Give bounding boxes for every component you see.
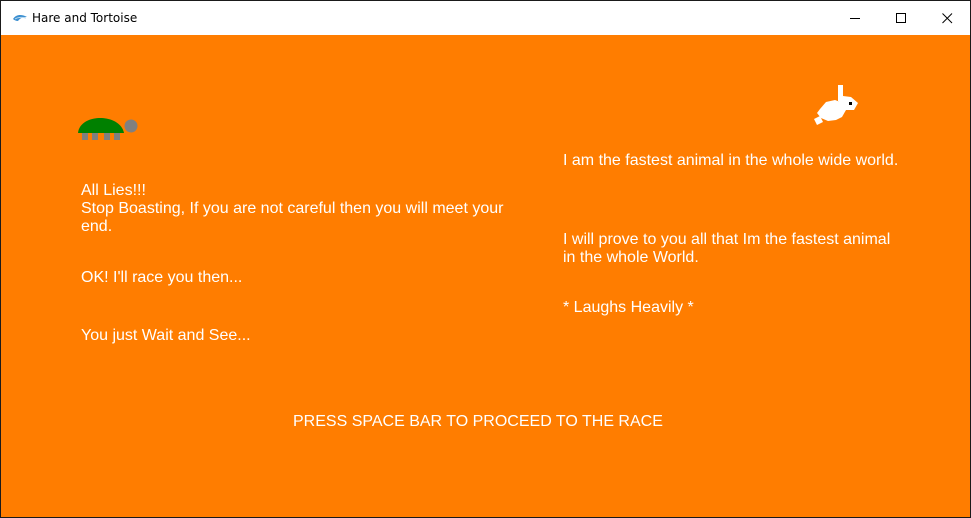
tortoise-line-5: You just Wait and See... — [81, 327, 251, 344]
maximize-button[interactable] — [878, 1, 924, 35]
game-canvas[interactable]: All Lies!!! Stop Boasting, If you are no… — [1, 35, 970, 517]
hare-line-4: * Laughs Heavily * — [563, 299, 694, 316]
tortoise-line-1: All Lies!!! — [81, 182, 146, 199]
hare-line-1: I am the fastest animal in the whole wid… — [563, 152, 899, 169]
title-bar[interactable]: Hare and Tortoise — [1, 1, 970, 35]
tortoise-sprite — [78, 118, 138, 140]
minimize-button[interactable] — [832, 1, 878, 35]
hare-line-2: I will prove to you all that Im the fast… — [563, 231, 891, 248]
tortoise-line-2: Stop Boasting, If you are not careful th… — [81, 200, 504, 217]
tortoise-line-3: end. — [81, 218, 113, 235]
proceed-prompt: PRESS SPACE BAR TO PROCEED TO THE RACE — [293, 413, 663, 430]
hare-sprite — [814, 85, 858, 125]
close-button[interactable] — [924, 1, 970, 35]
app-logo-icon — [13, 14, 27, 21]
maximize-icon — [896, 13, 906, 23]
window-title: Hare and Tortoise — [32, 11, 138, 25]
app-window: Hare and Tortoise All Lies!!! Stop Boast… — [0, 0, 971, 518]
minimize-icon — [850, 18, 860, 19]
tortoise-line-4: OK! I'll race you then... — [81, 269, 243, 286]
hare-line-3: in the whole World. — [563, 249, 699, 266]
close-icon — [942, 13, 953, 24]
